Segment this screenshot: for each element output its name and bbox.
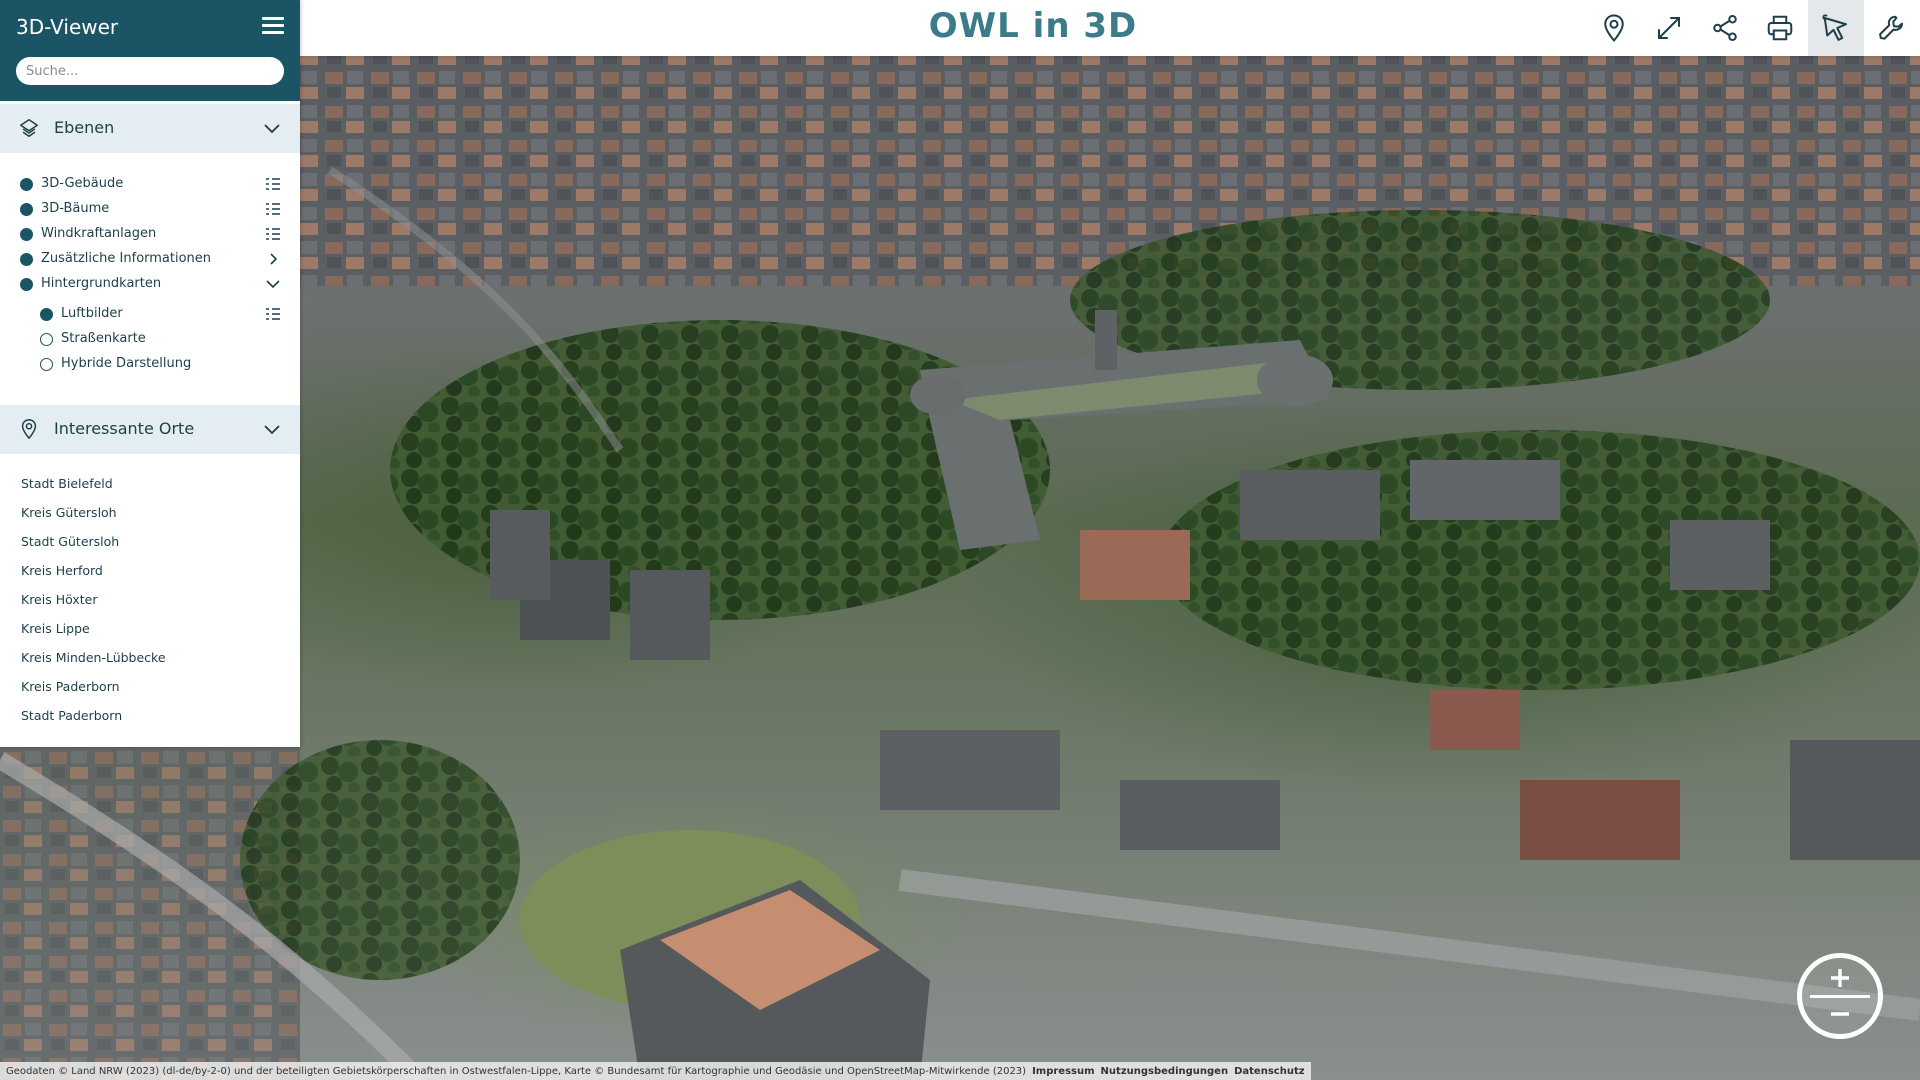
- print-icon: [1767, 15, 1793, 41]
- layer-label: Zusätzliche Informationen: [41, 251, 212, 266]
- chevron-down-icon: [264, 425, 280, 435]
- basemap-label: Straßenkarte: [61, 331, 146, 346]
- layer-label: 3D-Gebäude: [41, 176, 124, 191]
- place-link[interactable]: Stadt Bielefeld: [21, 476, 113, 491]
- chevron-down-icon: [264, 124, 280, 134]
- layer-label: Hintergrundkarten: [41, 276, 162, 291]
- place-link[interactable]: Kreis Paderborn: [21, 679, 120, 694]
- basemap-item-strassenkarte[interactable]: Straßenkarte: [0, 328, 300, 350]
- layer-toggle-dot[interactable]: [20, 178, 33, 191]
- share-icon: [1713, 15, 1737, 41]
- sidebar-header: 3D-Viewer: [0, 0, 300, 101]
- nutzungsbedingungen-link[interactable]: Nutzungsbedingungen: [1101, 1066, 1229, 1077]
- basemap-label: Hybride Darstellung: [61, 356, 192, 371]
- place-link[interactable]: Kreis Gütersloh: [21, 505, 117, 520]
- minus-icon: [1831, 1012, 1849, 1016]
- basemap-item-luftbilder[interactable]: Luftbilder: [0, 303, 300, 325]
- list-icon[interactable]: [265, 306, 281, 322]
- basemap-radio[interactable]: [40, 358, 53, 371]
- layer-item-hintergrundkarten[interactable]: Hintergrundkarten: [0, 273, 300, 295]
- place-link[interactable]: Stadt Gütersloh: [21, 534, 119, 549]
- datenschutz-link[interactable]: Datenschutz: [1234, 1066, 1304, 1077]
- chevron-right-icon[interactable]: [265, 251, 281, 267]
- chevron-down-icon[interactable]: [265, 276, 281, 292]
- search-input[interactable]: [16, 57, 284, 85]
- location-button[interactable]: [1586, 0, 1642, 56]
- plus-icon: [1831, 969, 1849, 987]
- location-pin-icon: [1604, 14, 1624, 43]
- layer-label: Windkraftanlagen: [41, 226, 157, 241]
- zoom-in-button[interactable]: [1816, 960, 1864, 996]
- layer-label: 3D-Bäume: [41, 201, 110, 216]
- layer-item-windkraftanlagen[interactable]: Windkraftanlagen: [0, 223, 300, 245]
- attribution-text: Geodaten © Land NRW (2023) (dl-de/by-2-0…: [6, 1065, 1027, 1077]
- basemap-radio[interactable]: [40, 308, 53, 321]
- layer-toggle-dot[interactable]: [20, 203, 33, 216]
- fullscreen-icon: [1658, 17, 1680, 39]
- places-section-label: Interessante Orte: [54, 419, 195, 438]
- layer-toggle-dot[interactable]: [20, 228, 33, 241]
- layer-toggle-dot[interactable]: [20, 253, 33, 266]
- attribution-footer: Geodaten © Land NRW (2023) (dl-de/by-2-0…: [0, 1062, 1311, 1080]
- app-title: OWL in 3D: [928, 6, 1138, 46]
- share-button[interactable]: [1697, 0, 1753, 56]
- fullscreen-button[interactable]: [1641, 0, 1697, 56]
- layers-section-toggle[interactable]: Ebenen: [0, 104, 300, 153]
- menu-hamburger-icon[interactable]: [262, 14, 284, 36]
- layer-item-zusaetzliche-informationen[interactable]: Zusätzliche Informationen: [0, 248, 300, 270]
- place-link[interactable]: Kreis Lippe: [21, 621, 90, 636]
- place-link[interactable]: Kreis Höxter: [21, 592, 98, 607]
- place-link[interactable]: Kreis Herford: [21, 563, 103, 578]
- select-tool-button[interactable]: [1808, 0, 1864, 56]
- sidebar-title: 3D-Viewer: [16, 15, 119, 39]
- list-icon[interactable]: [265, 226, 281, 242]
- basemap-item-hybride-darstellung[interactable]: Hybride Darstellung: [0, 353, 300, 375]
- zoom-control: [1797, 953, 1883, 1039]
- list-icon[interactable]: [265, 176, 281, 192]
- basemap-radio[interactable]: [40, 333, 53, 346]
- places-section-toggle[interactable]: Interessante Orte: [0, 405, 300, 454]
- layers-icon: [20, 119, 38, 137]
- location-pin-icon: [21, 419, 37, 440]
- impressum-link[interactable]: Impressum: [1032, 1066, 1094, 1077]
- layer-item-3d-baeume[interactable]: 3D-Bäume: [0, 198, 300, 220]
- place-link[interactable]: Stadt Paderborn: [21, 708, 122, 723]
- basemap-label: Luftbilder: [61, 306, 123, 321]
- top-toolbar: OWL in 3D: [300, 0, 1920, 56]
- list-icon[interactable]: [265, 201, 281, 217]
- select-cursor-icon: [1822, 14, 1847, 41]
- zoom-out-button[interactable]: [1816, 996, 1864, 1032]
- wrench-icon: [1879, 15, 1903, 40]
- layer-item-3d-gebaeude[interactable]: 3D-Gebäude: [0, 173, 300, 195]
- place-link[interactable]: Kreis Minden-Lübbecke: [21, 650, 166, 665]
- tools-button[interactable]: [1864, 0, 1920, 56]
- sidebar-panel: 3D-Viewer Ebenen 3D-Gebäude 3D-Bäume: [0, 0, 300, 747]
- layer-toggle-dot[interactable]: [20, 278, 33, 291]
- layers-section-label: Ebenen: [54, 118, 115, 137]
- print-button[interactable]: [1752, 0, 1808, 56]
